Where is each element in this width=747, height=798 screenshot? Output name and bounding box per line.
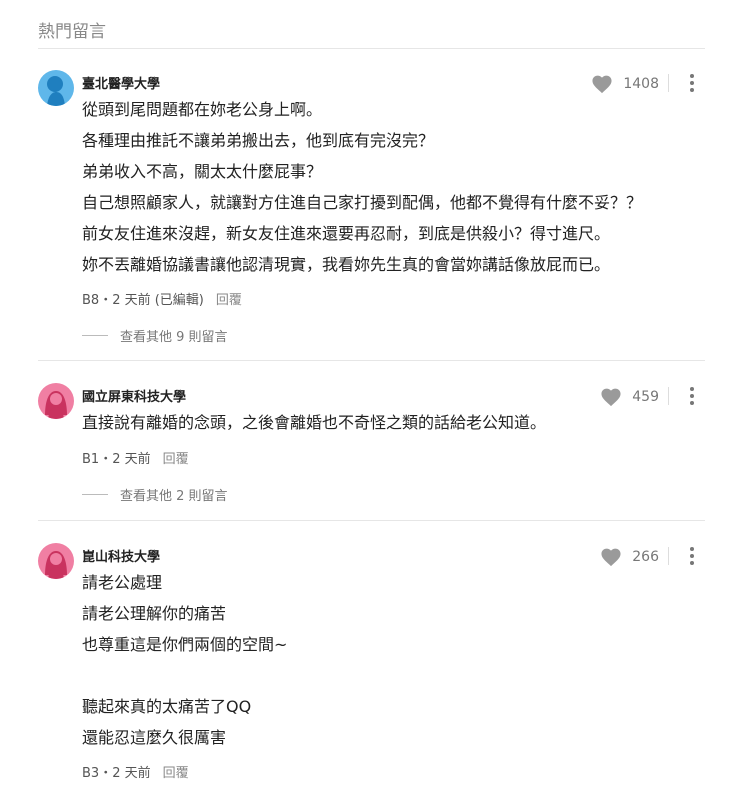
more-vertical-icon xyxy=(690,547,694,551)
avatar[interactable] xyxy=(38,543,74,579)
comment-line: 直接說有離婚的念頭，之後會離婚也不奇怪之類的話給老公知道。 xyxy=(82,413,547,432)
like-button[interactable]: 266 xyxy=(600,547,659,567)
comment-line: 各種理由推託不讓弟弟搬出去，他到底有完沒完？ xyxy=(82,131,435,150)
school-name[interactable]: 國立屏東科技大學 xyxy=(82,386,186,405)
comment-line: 請老公理解你的痛苦 xyxy=(82,604,227,623)
heart-icon xyxy=(592,75,612,94)
like-count: 266 xyxy=(632,549,659,565)
avatar[interactable] xyxy=(38,383,74,419)
divider xyxy=(38,360,705,361)
view-more-label: 查看其他 9 則留言 xyxy=(120,330,228,345)
comment-line: 也尊重這是你們兩個的空間~ xyxy=(82,635,288,654)
floor-and-time: B8・2 天前 (已編輯) xyxy=(82,293,204,308)
comment-line: 妳不丟離婚協議書讓他認清現實，我看妳先生真的會當妳講話像放屁而已。 xyxy=(82,255,611,274)
comment-body: 從頭到尾問題都在妳老公身上啊。 各種理由推託不讓弟弟搬出去，他到底有完沒完？ 弟… xyxy=(82,94,642,280)
comments-panel: 熱門留言 臺北醫學大學 1408 從頭到尾問題都在妳老公身上啊。 各種理由推託不… xyxy=(0,0,747,798)
like-button[interactable]: 459 xyxy=(600,387,659,407)
comment-2: 國立屏東科技大學 459 直接說有離婚的念頭，之後會離婚也不奇怪之類的話給老公知… xyxy=(38,383,705,513)
comment-meta: B8・2 天前 (已編輯) 回覆 xyxy=(82,289,242,308)
comment-1: 臺北醫學大學 1408 從頭到尾問題都在妳老公身上啊。 各種理由推託不讓弟弟搬出… xyxy=(38,70,705,345)
comment-3: 崑山科技大學 266 請老公處理 請老公理解你的痛苦 也尊重這是你們兩個的空間~… xyxy=(38,543,705,793)
divider xyxy=(668,74,669,92)
reply-button[interactable]: 回覆 xyxy=(163,448,189,467)
section-title: 熱門留言 xyxy=(38,22,106,42)
comment-line: 自己想照顧家人，就讓對方住進自己家打擾到配偶，他都不覺得有什麼不妥？？ xyxy=(82,193,643,212)
reply-button[interactable]: 回覆 xyxy=(216,289,242,308)
floor-and-time: B1・2 天前 xyxy=(82,452,151,467)
dot xyxy=(690,88,694,92)
dash-line xyxy=(82,335,108,336)
divider xyxy=(668,387,669,405)
more-options-button[interactable] xyxy=(689,387,695,405)
dot xyxy=(690,81,694,85)
comment-body: 請老公處理 請老公理解你的痛苦 也尊重這是你們兩個的空間~ 聽起來真的太痛苦了Q… xyxy=(82,567,287,753)
comment-meta: B1・2 天前 回覆 xyxy=(82,448,189,467)
like-count: 459 xyxy=(632,389,659,405)
comment-line: 弟弟收入不高，關太太什麼屁事？ xyxy=(82,162,323,181)
comment-line: 請老公處理 xyxy=(82,573,163,592)
view-more-replies[interactable]: 查看其他 9 則留言 xyxy=(82,326,228,345)
school-name[interactable]: 臺北醫學大學 xyxy=(82,73,160,92)
more-vertical-icon xyxy=(690,387,694,391)
dot xyxy=(690,554,694,558)
divider xyxy=(38,520,705,521)
comment-line xyxy=(82,660,287,691)
comment-line: 從頭到尾問題都在妳老公身上啊。 xyxy=(82,100,323,119)
floor-and-time: B3・2 天前 xyxy=(82,766,151,781)
comment-line: 前女友住進來沒趕，新女友住進來還要再忍耐，到底是供殺小？得寸進尺。 xyxy=(82,224,611,243)
avatar-male-icon xyxy=(38,70,74,106)
view-more-replies[interactable]: 查看其他 2 則留言 xyxy=(82,485,228,504)
more-options-button[interactable] xyxy=(689,74,695,92)
dot xyxy=(690,561,694,565)
school-name[interactable]: 崑山科技大學 xyxy=(82,546,160,565)
divider xyxy=(38,48,705,49)
dot xyxy=(690,394,694,398)
comment-meta: B3・2 天前 回覆 xyxy=(82,762,189,781)
dash-line xyxy=(82,494,108,495)
comment-body: 直接說有離婚的念頭，之後會離婚也不奇怪之類的話給老公知道。 xyxy=(82,407,546,438)
more-vertical-icon xyxy=(690,74,694,78)
like-button[interactable]: 1408 xyxy=(591,74,659,94)
heart-icon xyxy=(601,548,621,567)
avatar-female-icon xyxy=(38,543,74,579)
view-more-label: 查看其他 2 則留言 xyxy=(120,489,228,504)
more-options-button[interactable] xyxy=(689,547,695,565)
comment-line: 聽起來真的太痛苦了QQ xyxy=(82,697,252,716)
dot xyxy=(690,401,694,405)
heart-icon xyxy=(601,388,621,407)
reply-button[interactable]: 回覆 xyxy=(163,762,189,781)
avatar-female-icon xyxy=(38,383,74,419)
avatar[interactable] xyxy=(38,70,74,106)
like-count: 1408 xyxy=(623,76,659,92)
divider xyxy=(668,547,669,565)
comment-line: 還能忍這麼久很厲害 xyxy=(82,728,227,747)
